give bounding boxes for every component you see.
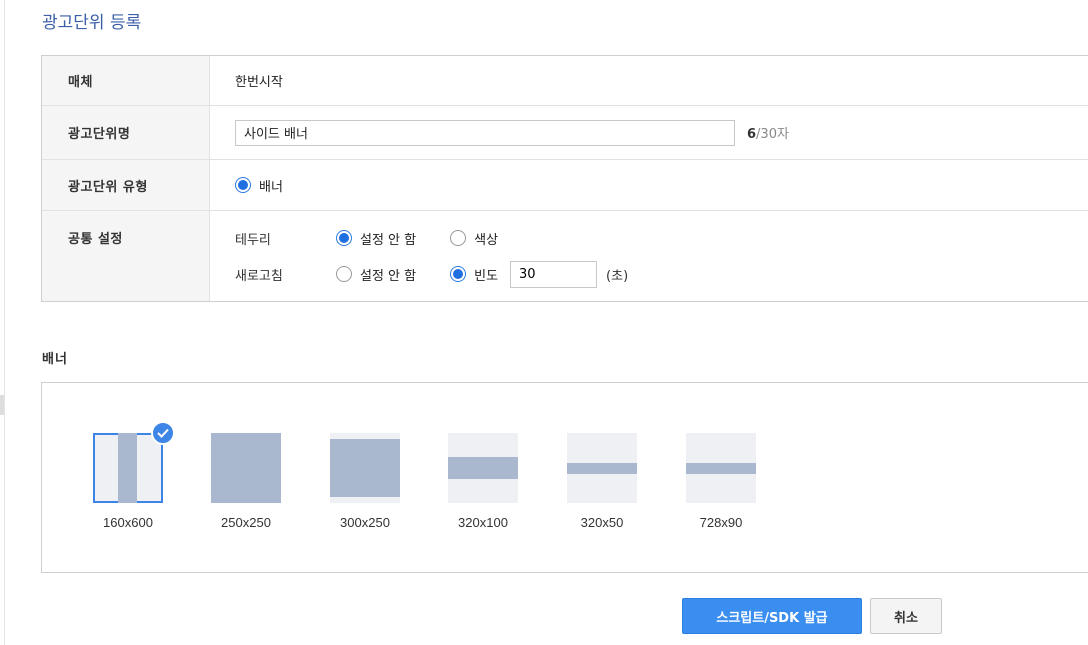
size-option-250x250[interactable]: 250x250	[211, 433, 281, 530]
left-divider	[4, 0, 5, 645]
unit-type-label: 광고단위 유형	[42, 160, 210, 210]
border-label: 테두리	[235, 232, 271, 248]
banner-section-title: 배너	[42, 352, 68, 367]
settings-form: 매체 한번시작 광고단위명 6/30자 광고단위 유형 배너 공통 설정 테두리…	[41, 55, 1088, 302]
unit-name-input[interactable]	[235, 119, 735, 146]
refresh-option-line: 새로고침 설정 안 함 빈도 (초)	[235, 260, 629, 288]
banner-size-picker: 160x600 250x250 300x250 320x100 320x50 7…	[41, 382, 1088, 573]
size-thumbnail	[567, 433, 637, 503]
size-thumbnail	[686, 433, 756, 503]
size-option-300x250[interactable]: 300x250	[330, 433, 400, 530]
media-row: 매체 한번시작	[42, 56, 1088, 106]
radio-checked-icon	[450, 266, 467, 282]
char-counter: 6/30자	[747, 127, 789, 142]
common-settings-row: 공통 설정 테두리 설정 안 함 색상 새로고침 설정 안 함 빈도 30 (초…	[42, 211, 1088, 301]
refresh-label: 새로고침	[235, 268, 283, 284]
refresh-none-radio[interactable]: 설정 안 함	[336, 265, 416, 284]
page-title: 광고단위 등록	[42, 13, 142, 33]
refresh-unit: (초)	[606, 268, 629, 284]
refresh-frequency-radio[interactable]: 빈도	[450, 265, 498, 284]
radio-unchecked-icon	[336, 266, 352, 282]
left-scroll-marker	[0, 395, 4, 415]
size-option-160x600[interactable]: 160x600	[93, 421, 175, 530]
unit-type-row: 광고단위 유형 배너	[42, 160, 1088, 211]
check-icon	[151, 421, 175, 445]
size-option-320x100[interactable]: 320x100	[448, 433, 518, 530]
media-label: 매체	[42, 56, 210, 105]
unit-name-row: 광고단위명 6/30자	[42, 106, 1088, 160]
size-option-320x50[interactable]: 320x50	[567, 433, 637, 530]
refresh-seconds-input[interactable]	[510, 260, 598, 288]
radio-checked-icon	[336, 230, 352, 246]
border-color-radio[interactable]: 색상	[450, 229, 498, 248]
radio-unchecked-icon	[450, 230, 467, 246]
size-option-728x90[interactable]: 728x90	[686, 433, 756, 530]
border-none-radio[interactable]: 설정 안 함	[336, 229, 416, 248]
common-settings-label: 공통 설정	[42, 211, 210, 301]
border-option-line: 테두리 설정 안 함 색상	[235, 227, 498, 249]
issue-script-sdk-button[interactable]: 스크립트/SDK 발급	[682, 598, 862, 634]
cancel-button[interactable]: 취소	[870, 598, 942, 634]
unit-type-banner-radio[interactable]: 배너	[235, 176, 283, 195]
size-thumbnail	[93, 421, 175, 503]
media-value: 한번시작	[235, 75, 283, 90]
size-thumbnail	[211, 433, 281, 503]
radio-checked-icon	[235, 177, 251, 193]
unit-name-label: 광고단위명	[42, 106, 210, 159]
size-thumbnail	[448, 433, 518, 503]
size-thumbnail	[330, 433, 400, 503]
